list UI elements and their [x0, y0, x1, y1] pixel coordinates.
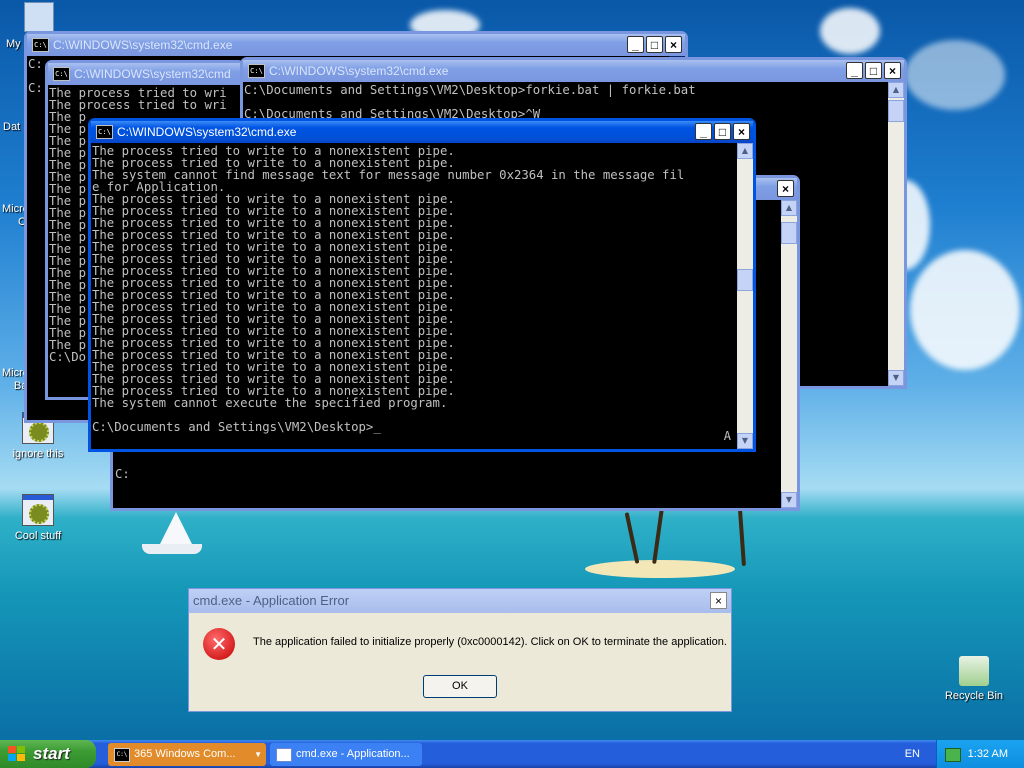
group-arrow-icon: ▼ — [254, 750, 262, 759]
desktop-icon-recycle-bin[interactable]: Recycle Bin — [939, 656, 1009, 702]
scroll-up-arrow-icon[interactable]: ▲ — [781, 200, 797, 216]
recycle-bin-icon — [959, 656, 989, 686]
console-line: C: — [115, 467, 130, 481]
sailboat-sail — [160, 512, 192, 544]
taskbar: start C:\ 365 Windows Com... ▼ cmd.exe -… — [0, 740, 1024, 768]
cmd-icon: C:\ — [114, 748, 130, 762]
console-line: C:\Documents and Settings\VM2\Desktop>_ — [92, 420, 381, 434]
maximize-button[interactable]: □ — [865, 62, 882, 79]
ok-button[interactable]: OK — [423, 675, 497, 698]
dialog-titlebar[interactable]: cmd.exe - Application Error × — [189, 589, 731, 613]
desktop-icon-cool-stuff[interactable]: Cool stuff — [3, 494, 73, 542]
close-button[interactable]: × — [733, 123, 750, 140]
network-icon[interactable] — [945, 748, 961, 762]
my-computer-icon[interactable] — [24, 2, 54, 32]
cmd-icon: C:\ — [248, 64, 265, 78]
taskbar-button-cmd-group[interactable]: C:\ 365 Windows Com... ▼ — [108, 743, 266, 766]
error-dialog[interactable]: cmd.exe - Application Error × ✕ The appl… — [188, 588, 732, 712]
window-title: C:\WINDOWS\system32\cmd.exe — [269, 64, 449, 78]
scroll-thumb[interactable] — [781, 222, 797, 244]
cloud — [905, 40, 1005, 110]
windows-flag-icon — [8, 746, 26, 762]
scroll-down-arrow-icon[interactable]: ▼ — [888, 370, 904, 386]
taskbar-button-app-error[interactable]: cmd.exe - Application... — [270, 743, 422, 766]
console-line: C:\Do — [49, 350, 87, 364]
scroll-up-arrow-icon[interactable]: ▲ — [737, 143, 753, 159]
dialog-close-button[interactable]: × — [710, 592, 727, 609]
taskbar-button-label: 365 Windows Com... — [134, 748, 236, 760]
scroll-down-arrow-icon[interactable]: ▼ — [781, 492, 797, 508]
vertical-scrollbar[interactable]: ▲ ▼ — [737, 143, 753, 449]
desktop-label-partial: My — [6, 38, 21, 50]
console-output[interactable]: The process tried to write to a nonexist… — [91, 143, 737, 449]
cloud — [820, 8, 880, 54]
window-title: C:\WINDOWS\system32\cmd.exe — [117, 125, 297, 139]
sailboat — [142, 544, 202, 554]
taskbar-button-label: cmd.exe - Application... — [296, 748, 410, 760]
scroll-down-arrow-icon[interactable]: ▼ — [737, 433, 753, 449]
scroll-up-arrow-icon[interactable]: ▲ — [888, 82, 904, 98]
console-line: C: — [28, 81, 43, 95]
palm-tree — [652, 507, 664, 565]
dialog-title: cmd.exe - Application Error — [193, 593, 350, 608]
cmd-icon: C:\ — [96, 125, 113, 139]
close-button[interactable]: × — [777, 180, 794, 197]
window-icon — [276, 748, 292, 762]
desktop-label-partial: Dat — [3, 121, 21, 133]
console-line: C:\Documents and Settings\VM2\Desktop>fo… — [244, 83, 696, 97]
close-button[interactable]: × — [884, 62, 901, 79]
system-tray: 1:32 AM — [936, 740, 1024, 768]
window-title: C:\WINDOWS\system32\cmd — [74, 67, 231, 81]
scroll-thumb[interactable] — [888, 100, 904, 122]
palm-tree — [624, 512, 640, 564]
desktop-icon-label: ignore this — [12, 448, 64, 460]
cmd-icon: C:\ — [53, 67, 70, 81]
clock[interactable]: 1:32 AM — [968, 740, 1008, 768]
vertical-scrollbar[interactable]: ▲ ▼ — [888, 82, 904, 386]
start-label: start — [33, 744, 70, 763]
scroll-thumb[interactable] — [737, 269, 753, 291]
start-button[interactable]: start — [0, 740, 96, 768]
maximize-button[interactable]: □ — [646, 36, 663, 53]
batch-file-icon — [22, 494, 54, 526]
dialog-message: The application failed to initialize pro… — [253, 636, 727, 648]
error-icon: ✕ — [203, 628, 235, 660]
window-titlebar[interactable]: C:\ C:\WINDOWS\system32\cmd.exe _ □ × — [27, 34, 685, 56]
window-titlebar[interactable]: C:\ C:\WINDOWS\system32\cmd.exe _ □ × — [91, 121, 753, 143]
cmd-icon: C:\ — [32, 38, 49, 52]
language-indicator[interactable]: EN — [905, 740, 920, 768]
window-titlebar[interactable]: C:\ C:\WINDOWS\system32\cmd — [48, 63, 242, 85]
island — [585, 560, 735, 578]
minimize-button[interactable]: _ — [846, 62, 863, 79]
console-corner-char: A — [723, 429, 731, 443]
maximize-button[interactable]: □ — [714, 123, 731, 140]
console-line: The system cannot execute the specified … — [92, 396, 448, 410]
minimize-button[interactable]: _ — [695, 123, 712, 140]
cmd-window-active[interactable]: C:\ C:\WINDOWS\system32\cmd.exe _ □ × Th… — [88, 118, 756, 452]
console-line: C: — [28, 57, 43, 71]
window-title: C:\WINDOWS\system32\cmd.exe — [53, 38, 233, 52]
palm-tree — [738, 509, 746, 567]
vertical-scrollbar[interactable]: ▲ ▼ — [781, 200, 797, 508]
desktop-icon-label: Cool stuff — [14, 530, 62, 542]
minimize-button[interactable]: _ — [627, 36, 644, 53]
window-titlebar[interactable]: C:\ C:\WINDOWS\system32\cmd.exe _ □ × — [243, 60, 904, 82]
desktop-icon-label: Recycle Bin — [944, 690, 1004, 702]
close-button[interactable]: × — [665, 36, 682, 53]
cloud — [910, 250, 1020, 370]
